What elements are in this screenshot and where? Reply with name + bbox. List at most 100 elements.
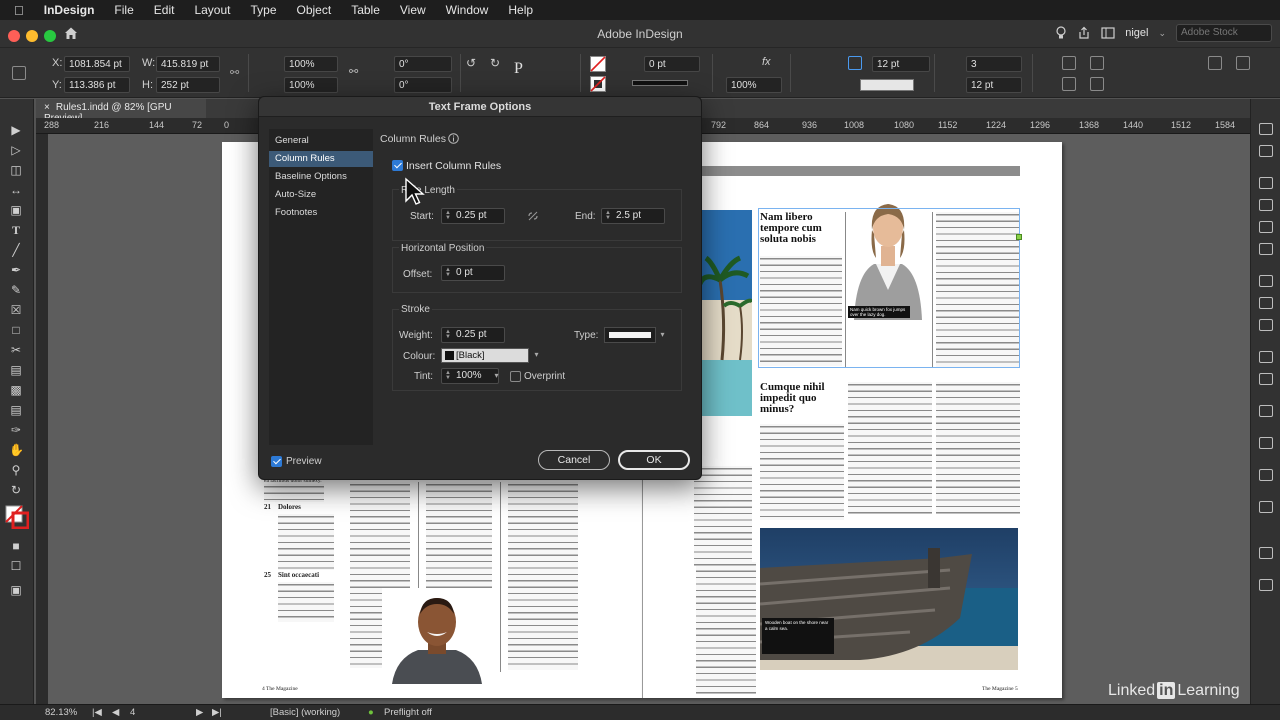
paragraph-styles-icon[interactable] <box>1259 275 1273 287</box>
offset-field[interactable]: ▲ ▼ 0 pt <box>441 265 505 281</box>
scale-y-field[interactable]: 100% <box>284 77 338 93</box>
menu-app-name[interactable]: InDesign <box>44 3 95 17</box>
overprint-checkbox[interactable] <box>510 371 521 382</box>
content-collector-icon[interactable]: ▣ <box>9 203 23 217</box>
nav-baseline-options[interactable]: Baseline Options <box>269 169 373 185</box>
rotate-cw-icon[interactable]: ↻ <box>490 56 500 70</box>
rectangle-tool-icon[interactable]: □ <box>9 323 23 337</box>
opacity-field[interactable]: 100% <box>726 77 782 93</box>
align-top-icon[interactable] <box>1062 56 1076 70</box>
cancel-button[interactable]: Cancel <box>538 450 610 470</box>
preflight-status[interactable]: Preflight off <box>384 707 432 718</box>
rectangle-frame-tool-icon[interactable]: ☒ <box>9 303 23 317</box>
style-status[interactable]: [Basic] (working) <box>270 707 340 718</box>
apply-color-icon[interactable]: ■ <box>9 539 23 553</box>
menu-window[interactable]: Window <box>446 3 489 17</box>
page-number[interactable]: 4 <box>130 707 135 718</box>
user-name[interactable]: nigel <box>1125 27 1148 39</box>
weight-field[interactable]: ▲ ▼ 0.25 pt <box>441 327 505 343</box>
page-nav-first-icon[interactable]: |◀ <box>92 707 102 718</box>
direct-selection-tool-icon[interactable]: ▷ <box>9 143 23 157</box>
rotation-angle-field[interactable]: 0° <box>394 56 452 72</box>
apply-none-icon[interactable]: ☐ <box>9 559 23 573</box>
align-panel-icon[interactable] <box>1259 373 1273 385</box>
layers-panel-icon[interactable] <box>1259 177 1273 189</box>
page-nav-prev-icon[interactable]: ◀ <box>112 707 119 718</box>
eyedropper-tool-icon[interactable]: ✑ <box>9 423 23 437</box>
zoom-level[interactable]: 82.13% <box>45 707 77 718</box>
menu-view[interactable]: View <box>400 3 426 17</box>
gap-tool-icon[interactable]: ↔ <box>9 183 23 197</box>
selected-text-frame[interactable] <box>758 208 1020 368</box>
menu-edit[interactable]: Edit <box>154 3 175 17</box>
nav-column-rules[interactable]: Column Rules <box>269 151 373 167</box>
note-tool-icon[interactable]: ▤ <box>9 403 23 417</box>
height-field[interactable]: 252 pt <box>156 77 220 93</box>
hand-tool-icon[interactable]: ✋ <box>9 443 24 457</box>
free-transform-tool-icon[interactable]: ▤ <box>9 363 23 377</box>
y-position-field[interactable]: 113.386 pt <box>64 77 130 93</box>
stroke-type-select[interactable] <box>604 327 656 343</box>
gradient-panel-icon[interactable] <box>1259 501 1273 513</box>
chevron-down-icon[interactable]: ▾ <box>491 369 502 383</box>
apple-icon[interactable]:  <box>14 3 24 18</box>
constrain-proportions-icon[interactable]: ⚯ <box>230 66 239 79</box>
pages-panel-icon[interactable] <box>1259 123 1273 135</box>
rotate-ccw-icon[interactable]: ↺ <box>466 56 476 70</box>
swap-fill-stroke-icon[interactable]: ↻ <box>9 483 23 497</box>
workspace-icon[interactable] <box>1101 27 1115 39</box>
quick-apply-icon[interactable] <box>1208 56 1222 70</box>
fill-none-swatch-icon[interactable] <box>590 56 606 72</box>
close-tab-icon[interactable]: × <box>44 102 50 113</box>
share-icon[interactable] <box>1077 26 1091 40</box>
zoom-tool-icon[interactable]: ⚲ <box>9 463 23 477</box>
effects-icon[interactable]: fx <box>762 56 771 68</box>
menu-type[interactable]: Type <box>250 3 276 17</box>
start-field[interactable]: ▲ ▼ 0.25 pt <box>441 208 505 224</box>
page-nav-last-icon[interactable]: ▶| <box>212 707 222 718</box>
document-tab[interactable]: ×Rules1.indd @ 82% [GPU Preview] <box>36 99 206 124</box>
width-field[interactable]: 415.819 pt <box>156 56 220 72</box>
text-wrap-icon[interactable] <box>1259 351 1273 363</box>
line-tool-icon[interactable]: ╱ <box>9 243 23 257</box>
selection-tool-icon[interactable]: ▶ <box>9 123 23 137</box>
right-page[interactable]: Nam libero tempore cum soluta nobis T Na… <box>642 142 1062 698</box>
glyphs-panel-icon[interactable] <box>1259 579 1273 591</box>
page-tool-icon[interactable]: ◫ <box>9 163 23 177</box>
column-width-field[interactable]: 12 pt <box>966 77 1022 93</box>
properties-panel-icon[interactable] <box>1259 547 1273 559</box>
type-tool-icon[interactable]: T <box>9 223 23 237</box>
nav-general[interactable]: General <box>269 133 373 149</box>
insert-column-rules-checkbox[interactable] <box>392 160 403 171</box>
character-styles-icon[interactable] <box>1259 297 1273 309</box>
chevron-down-icon[interactable]: ▾ <box>657 328 668 342</box>
constrain-scale-icon[interactable]: ⚯ <box>349 65 358 78</box>
vertical-ruler[interactable] <box>36 134 48 704</box>
panel-menu-icon[interactable] <box>1236 56 1250 70</box>
type-on-path-icon[interactable]: P <box>514 60 523 78</box>
ok-button[interactable]: OK <box>618 450 690 470</box>
scale-x-field[interactable]: 100% <box>284 56 338 72</box>
info-panel-icon[interactable] <box>1259 405 1273 417</box>
menu-object[interactable]: Object <box>297 3 332 17</box>
object-styles-icon[interactable] <box>1259 319 1273 331</box>
align-center-icon[interactable] <box>1090 56 1104 70</box>
shear-angle-field[interactable]: 0° <box>394 77 452 93</box>
out-port-handle[interactable] <box>1016 234 1022 240</box>
stroke-panel-icon[interactable] <box>1259 199 1273 211</box>
menu-file[interactable]: File <box>114 3 133 17</box>
menu-table[interactable]: Table <box>351 3 380 17</box>
nav-footnotes[interactable]: Footnotes <box>269 205 373 221</box>
cc-libraries-icon[interactable] <box>1259 437 1273 449</box>
reference-point-icon[interactable] <box>12 66 26 80</box>
stroke-none-swatch-icon[interactable] <box>590 76 606 92</box>
x-position-field[interactable]: 1081.854 pt <box>64 56 130 72</box>
chevron-down-icon[interactable]: ⌄ <box>1158 28 1166 39</box>
stroke-swatch[interactable] <box>860 79 914 91</box>
screen-mode-icon[interactable]: ▣ <box>9 583 23 597</box>
lightbulb-icon[interactable] <box>1055 26 1067 40</box>
stroke-type-swatch[interactable] <box>632 80 688 86</box>
preflight-status-icon[interactable]: ● <box>368 707 374 718</box>
align-bottom-icon[interactable] <box>1062 77 1076 91</box>
auto-fit-icon[interactable] <box>848 56 862 70</box>
